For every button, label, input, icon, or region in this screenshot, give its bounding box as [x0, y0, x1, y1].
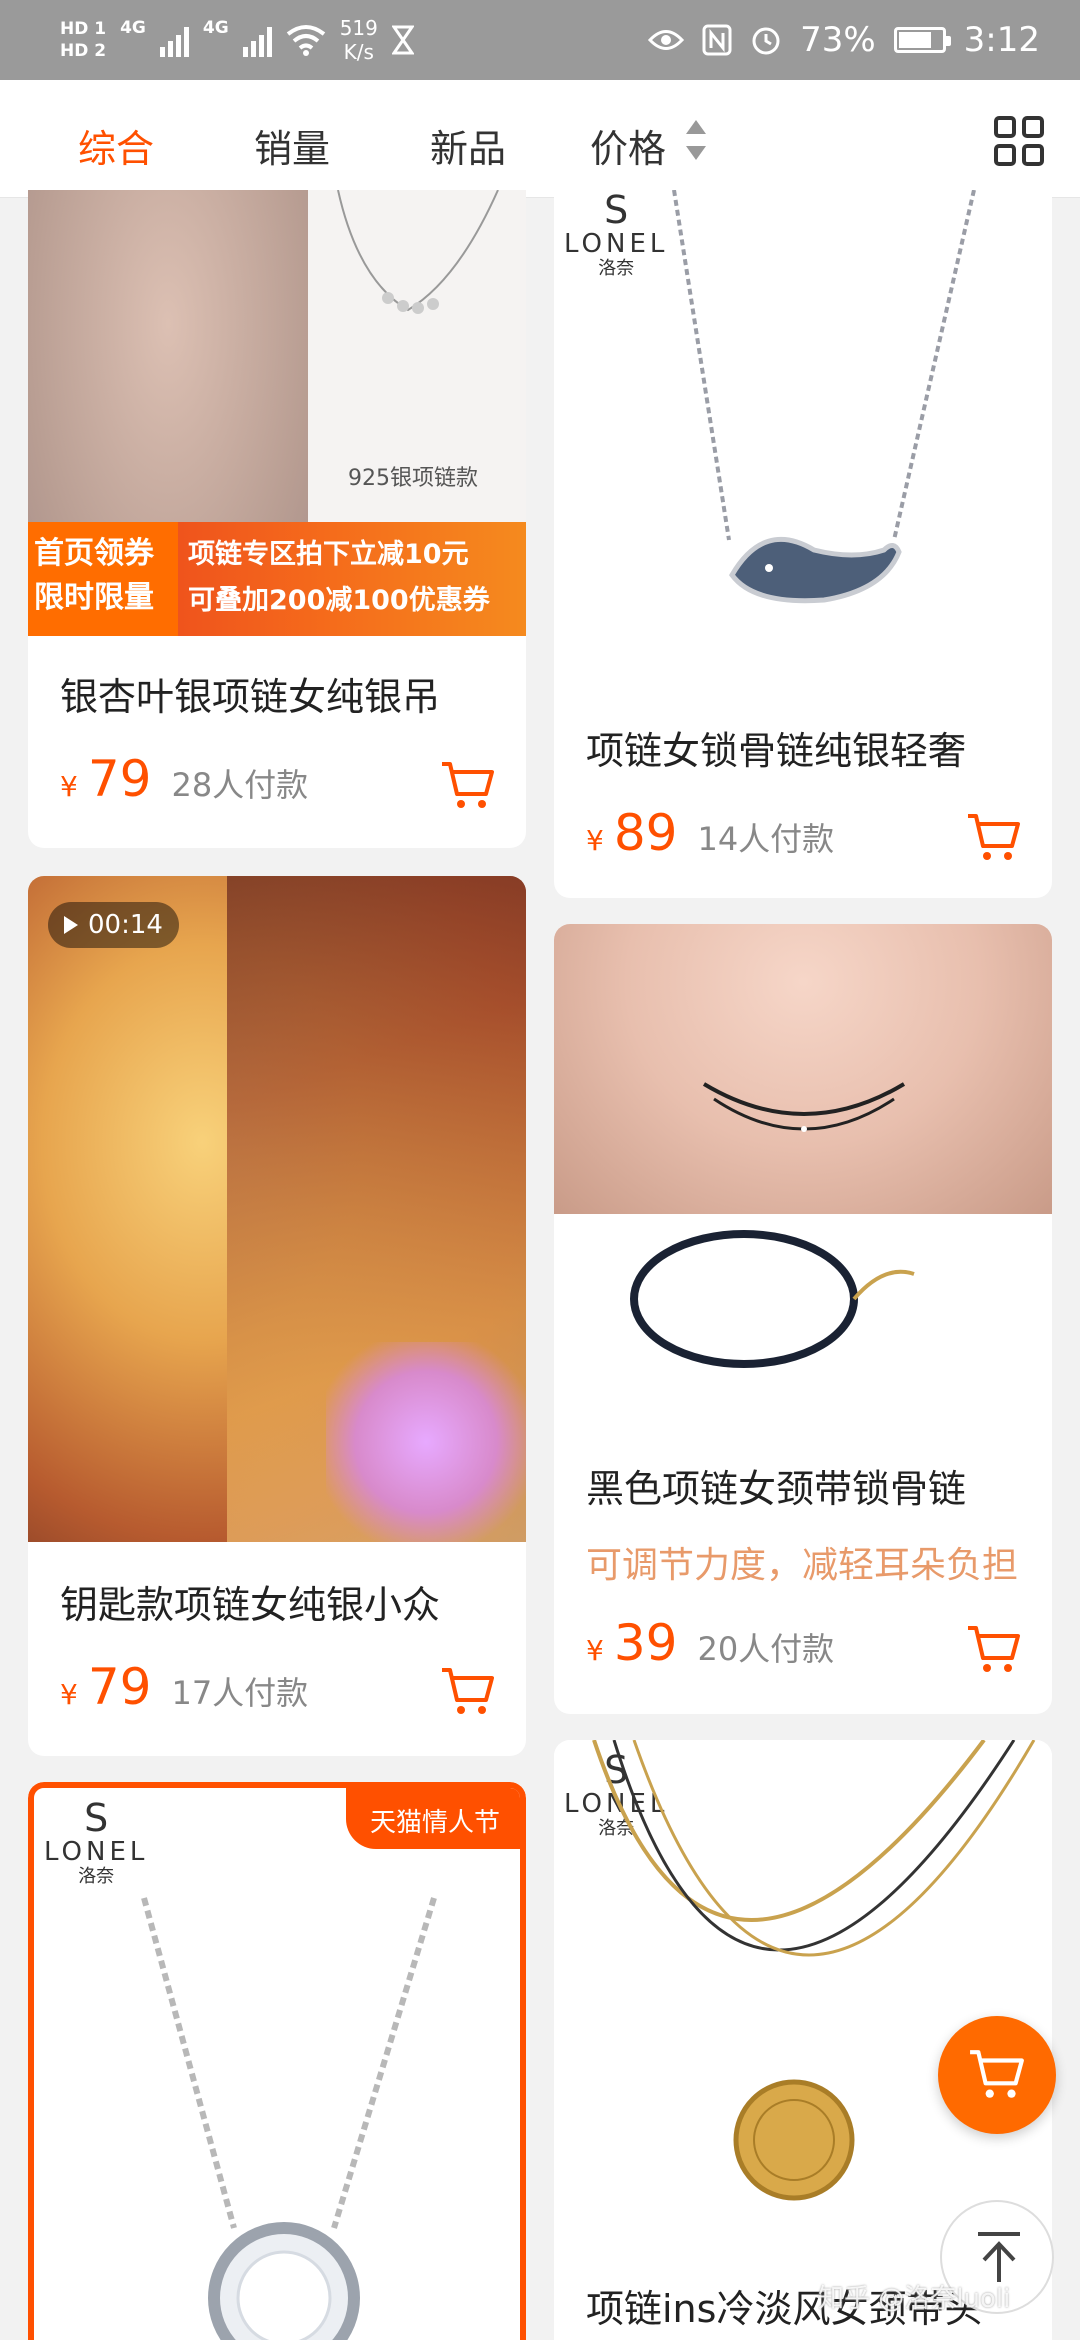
- product-price: 89: [613, 804, 678, 862]
- cart-icon[interactable]: [440, 1666, 496, 1718]
- price-row: ¥ 39 20人付款: [586, 1614, 834, 1672]
- choker-on-model-illustration: [702, 1082, 906, 1132]
- product-photo: [554, 1214, 1052, 1424]
- signal-icon-2: [242, 23, 272, 57]
- product-card[interactable]: 925银项链款 首页领券 限时限量 项链专区拍下立减10元 可叠加200减100…: [28, 190, 526, 848]
- promo-left-line2: 限时限量: [34, 580, 154, 615]
- currency-symbol: ¥: [60, 1678, 78, 1711]
- necklace-illustration: [337, 190, 499, 314]
- wifi-icon: [286, 25, 325, 56]
- photo-glow: [326, 1342, 526, 1542]
- product-card[interactable]: 天猫情人节 S LONEL 洛奈: [28, 1782, 526, 2340]
- floating-cart-button[interactable]: [938, 2016, 1056, 2134]
- hourglass-icon: [391, 25, 414, 55]
- product-subtitle: 可调节力度，减轻耳朵负担: [586, 1545, 1019, 1586]
- sales-count: 17人付款: [171, 1674, 309, 1712]
- price-row: ¥ 79 28人付款: [60, 750, 308, 808]
- battery-icon: [893, 27, 951, 53]
- sort-bar: 综合 销量 新品 价格: [0, 80, 1080, 198]
- sales-count: 28人付款: [171, 766, 309, 804]
- product-title: 黑色项链女颈带锁骨链: [586, 1467, 967, 1511]
- tab-comprehensive[interactable]: 综合: [78, 118, 154, 173]
- tab-sales[interactable]: 销量: [254, 118, 330, 173]
- product-image: 925银项链款 首页领券 限时限量 项链专区拍下立减10元 可叠加200减100…: [28, 190, 526, 636]
- promo-right-line2: 可叠加200减100优惠券: [188, 585, 490, 616]
- promo-right-line1: 项链专区拍下立减10元: [188, 539, 469, 570]
- nfc-icon: [702, 24, 732, 56]
- product-image: [554, 924, 1052, 1424]
- watermark: 知乎 @洛奈luoli: [818, 2284, 1011, 2314]
- currency-symbol: ¥: [60, 770, 78, 803]
- promo-left-line1: 首页领券: [34, 536, 154, 571]
- status-right: 73% 3:12: [648, 0, 1040, 80]
- product-price: 79: [87, 1658, 152, 1716]
- cart-icon[interactable]: [440, 760, 496, 812]
- clock-time: 3:12: [963, 20, 1040, 60]
- promo-banner: 首页领券 限时限量 项链专区拍下立减10元 可叠加200减100优惠券: [28, 522, 526, 636]
- tab-price[interactable]: 价格: [590, 118, 666, 173]
- play-icon: [64, 916, 78, 934]
- signal-icon: [159, 23, 189, 57]
- tab-new[interactable]: 新品: [430, 118, 506, 173]
- diamond-pendant-illustration: [141, 1897, 437, 2340]
- currency-symbol: ¥: [586, 1634, 604, 1667]
- cart-icon[interactable]: [966, 812, 1022, 864]
- cart-icon[interactable]: [966, 1624, 1022, 1676]
- product-price: 39: [613, 1614, 678, 1672]
- eye-icon: [648, 30, 685, 50]
- product-card[interactable]: 黑色项链女颈带锁骨链 可调节力度，减轻耳朵负担 ¥ 39 20人付款: [554, 924, 1052, 1714]
- status-left: HD 1 HD 2 4G 4G 519 K/s: [60, 0, 414, 80]
- price-row: ¥ 89 14人付款: [586, 804, 834, 862]
- product-price: 79: [87, 750, 152, 808]
- speed-unit: K/s: [343, 40, 374, 64]
- whale-necklace-illustration: [672, 190, 976, 604]
- gold-coin-necklace-illustration: [592, 1740, 1036, 2201]
- product-card[interactable]: S LONEL 洛奈 项链女锁骨链纯银轻奢 ¥ 89 14人付款: [554, 190, 1052, 898]
- promo-right: 项链专区拍下立减10元 可叠加200减100优惠券: [188, 532, 490, 624]
- sales-count: 14人付款: [697, 820, 835, 858]
- product-title: 银杏叶银项链女纯银吊: [60, 675, 441, 719]
- product-image: S LONEL 洛奈: [554, 1740, 1052, 2280]
- product-image: 天猫情人节 S LONEL 洛奈: [28, 1782, 526, 2340]
- product-title: 钥匙款项链女纯银小众: [60, 1583, 441, 1627]
- video-badge: 00:14: [48, 902, 179, 948]
- speed-value: 519: [339, 16, 378, 40]
- price-row: ¥ 79 17人付款: [60, 1658, 308, 1716]
- image-caption: 925银项链款: [348, 466, 478, 491]
- product-image: S LONEL 洛奈: [554, 190, 1052, 686]
- price-sort-arrows-icon[interactable]: [686, 120, 706, 160]
- hd2-label: HD 2: [60, 41, 107, 61]
- alarm-icon: [752, 27, 780, 55]
- cart-icon: [970, 2050, 1024, 2098]
- video-duration: 00:14: [88, 910, 163, 940]
- promo-left: 首页领券 限时限量: [28, 522, 178, 636]
- product-video-thumbnail[interactable]: 00:14: [28, 876, 526, 1542]
- choker-illustration: [630, 1230, 915, 1368]
- status-bar: HD 1 HD 2 4G 4G 519 K/s 73% 3:12: [0, 0, 1080, 80]
- net1-label: 4G: [120, 18, 146, 38]
- net2-label: 4G: [202, 18, 229, 38]
- hd1-label: HD 1: [60, 19, 107, 39]
- product-card[interactable]: 00:14 钥匙款项链女纯银小众 ¥ 79 17人付款: [28, 876, 526, 1756]
- product-title: 项链女锁骨链纯银轻奢: [586, 729, 967, 773]
- hd-indicator: HD 1 HD 2: [60, 18, 106, 62]
- sales-count: 20人付款: [697, 1630, 835, 1668]
- battery-percent: 73%: [800, 20, 876, 60]
- model-photo: [554, 924, 1052, 1214]
- layout-toggle-icon[interactable]: [994, 116, 1044, 166]
- currency-symbol: ¥: [586, 824, 604, 857]
- network-speed: 519 K/s: [340, 16, 378, 64]
